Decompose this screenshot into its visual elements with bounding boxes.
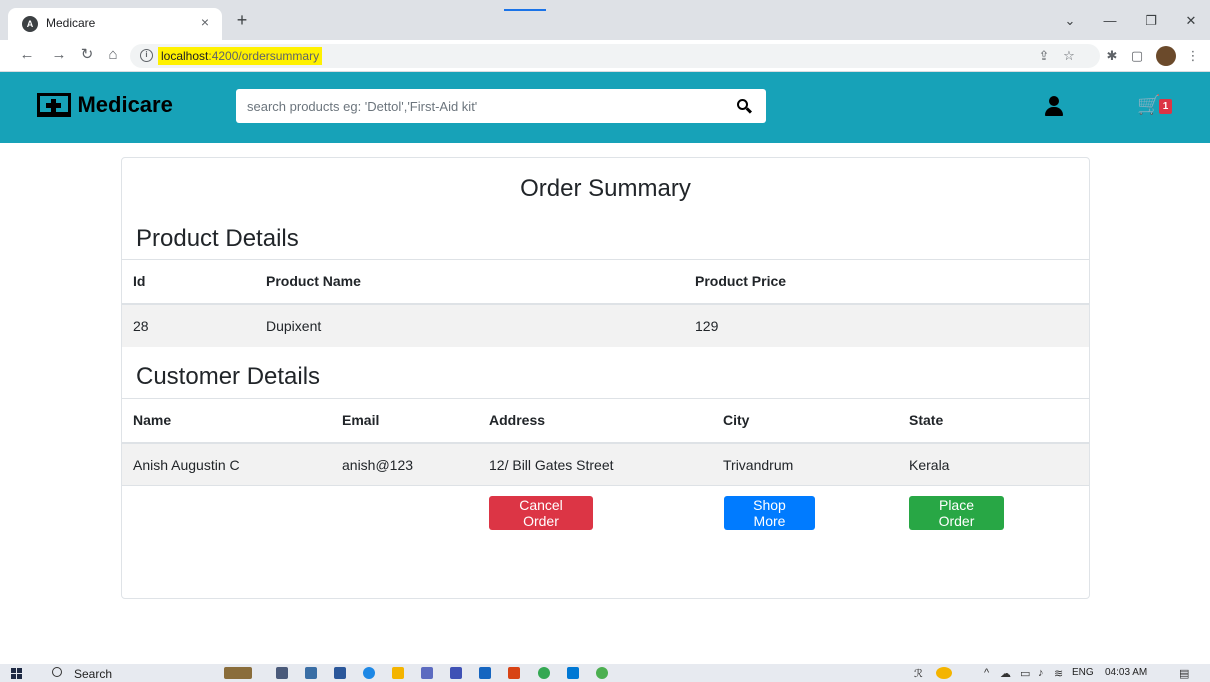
share-icon[interactable]: ⇪ — [1035, 48, 1053, 64]
windows-taskbar: Search ℛ ^ ☁ ▭ ♪ ≋ ENG 04:03 AM ▤ — [0, 664, 1210, 682]
windows-start-icon[interactable] — [11, 668, 22, 679]
onedrive-cloud-icon[interactable]: ☁ — [1000, 667, 1011, 680]
bookmark-star-icon[interactable]: ☆ — [1060, 48, 1078, 64]
col-product-name: Product Name — [255, 259, 684, 305]
url-host: localhost — [161, 49, 209, 63]
taskbar-search-label[interactable]: Search — [74, 667, 112, 681]
cart-button[interactable]: 🛒 1 — [1137, 96, 1177, 118]
home-icon[interactable]: ⌂ — [104, 47, 122, 63]
close-window-button[interactable]: ✕ — [1181, 13, 1201, 29]
taskbar-clock[interactable]: 04:03 AM — [1105, 667, 1147, 678]
col-id: Id — [122, 259, 255, 305]
tab-search-chevron-icon[interactable]: ⌄ — [1060, 13, 1080, 29]
search-input[interactable] — [236, 89, 726, 123]
wifi-icon[interactable]: ≋ — [1054, 667, 1063, 680]
angular-favicon-icon: A — [22, 16, 38, 32]
col-address: Address — [478, 398, 712, 444]
col-product-price: Product Price — [684, 259, 1089, 305]
col-state: State — [898, 398, 1089, 444]
taskbar-search-icon[interactable] — [52, 667, 62, 677]
search-button[interactable] — [722, 89, 766, 123]
minimize-button[interactable]: — — [1100, 13, 1120, 28]
table-row: Anish Augustin C anish@123 12/ Bill Gate… — [122, 442, 1089, 486]
chrome-icon[interactable] — [538, 667, 550, 679]
customer-name: Anish Augustin C — [133, 456, 240, 473]
forward-arrow-icon[interactable]: → — [50, 47, 68, 63]
tab-loading-indicator — [504, 9, 546, 11]
side-panel-icon[interactable]: ▢ — [1128, 48, 1146, 64]
browser-tab[interactable]: A Medicare × — [8, 8, 222, 40]
sticky-notes-icon[interactable] — [392, 667, 404, 679]
customer-details-heading: Customer Details — [136, 363, 321, 390]
notes-app-icon[interactable] — [450, 667, 462, 679]
tab-title: Medicare — [46, 16, 96, 30]
table-row: 28 Dupixent 129 — [122, 303, 1089, 347]
col-name: Name — [122, 398, 331, 444]
paint-icon[interactable] — [421, 667, 433, 679]
customer-city: Trivandrum — [723, 456, 794, 473]
new-tab-button[interactable]: + — [232, 11, 252, 29]
url-path: :4200/ordersummary — [208, 49, 320, 63]
site-info-icon[interactable]: i — [140, 49, 153, 62]
product-details-heading: Product Details — [136, 225, 299, 252]
volume-icon[interactable]: ♪ — [1038, 667, 1044, 679]
cancel-order-button[interactable]: Cancel Order — [489, 496, 593, 530]
reload-icon[interactable]: ↻ — [78, 47, 96, 63]
tab-close-icon[interactable]: × — [196, 14, 214, 30]
medical-laptop-icon — [37, 93, 71, 117]
app-navbar: Medicare 🛒 1 — [0, 72, 1210, 143]
back-arrow-icon[interactable]: ← — [18, 47, 36, 63]
edge-icon[interactable] — [363, 667, 375, 679]
product-table: Id Product Name Product Price 28 Dupixen… — [122, 259, 1089, 347]
user-account-icon[interactable] — [1045, 96, 1063, 116]
browser-toolbar: ← → ↻ ⌂ i localhost:4200/ordersummary ⇪ … — [0, 40, 1210, 72]
address-bar[interactable]: i localhost:4200/ordersummary ⇪ ☆ — [130, 44, 1100, 68]
page-title: Order Summary — [520, 175, 691, 202]
cart-icon: 🛒 — [1137, 95, 1161, 116]
notifications-icon[interactable]: ▤ — [1179, 667, 1189, 680]
product-id: 28 — [133, 317, 149, 334]
brave-icon[interactable] — [508, 667, 520, 679]
squirrel-widget-icon[interactable] — [224, 667, 252, 679]
shop-more-button[interactable]: Shop More — [724, 496, 815, 530]
col-email: Email — [331, 398, 478, 444]
product-name: Dupixent — [266, 317, 322, 334]
place-order-button[interactable]: Place Order — [909, 496, 1004, 530]
task-view-icon[interactable] — [276, 667, 288, 679]
app-icon[interactable] — [596, 667, 608, 679]
customer-email: anish@123 — [342, 456, 414, 473]
mail-icon[interactable] — [479, 667, 491, 679]
browser-tabstrip: A Medicare × + ⌄ — ❐ ✕ — [0, 0, 1210, 40]
battery-icon[interactable]: ▭ — [1020, 667, 1030, 680]
extensions-puzzle-icon[interactable]: ✱ — [1103, 48, 1121, 64]
col-city: City — [712, 398, 898, 444]
customer-table: Name Email Address City State Anish Augu… — [122, 398, 1089, 486]
vscode-icon[interactable] — [567, 667, 579, 679]
customer-address: 12/ Bill Gates Street — [489, 456, 614, 473]
language-indicator[interactable]: ENG — [1072, 667, 1094, 678]
url-text[interactable]: localhost:4200/ordersummary — [158, 47, 323, 65]
profile-avatar[interactable] — [1156, 46, 1176, 66]
search-bar — [236, 89, 766, 123]
brand-logo[interactable]: Medicare — [37, 92, 173, 122]
people-icon[interactable]: ℛ — [914, 667, 923, 680]
weather-icon[interactable] — [936, 667, 952, 679]
cart-count-badge: 1 — [1159, 99, 1172, 114]
restore-button[interactable]: ❐ — [1141, 13, 1161, 29]
product-price: 129 — [695, 317, 719, 334]
tray-chevron-icon[interactable]: ^ — [984, 667, 989, 679]
file-explorer-icon[interactable] — [305, 667, 317, 679]
order-actions: Cancel Order Shop More Place Order — [122, 485, 1089, 530]
order-summary-card: Order Summary Product Details Id Product… — [121, 157, 1090, 599]
customer-state: Kerala — [909, 456, 950, 473]
brand-name: Medicare — [77, 92, 173, 117]
word-icon[interactable] — [334, 667, 346, 679]
browser-menu-icon[interactable]: ⋮ — [1184, 48, 1202, 64]
